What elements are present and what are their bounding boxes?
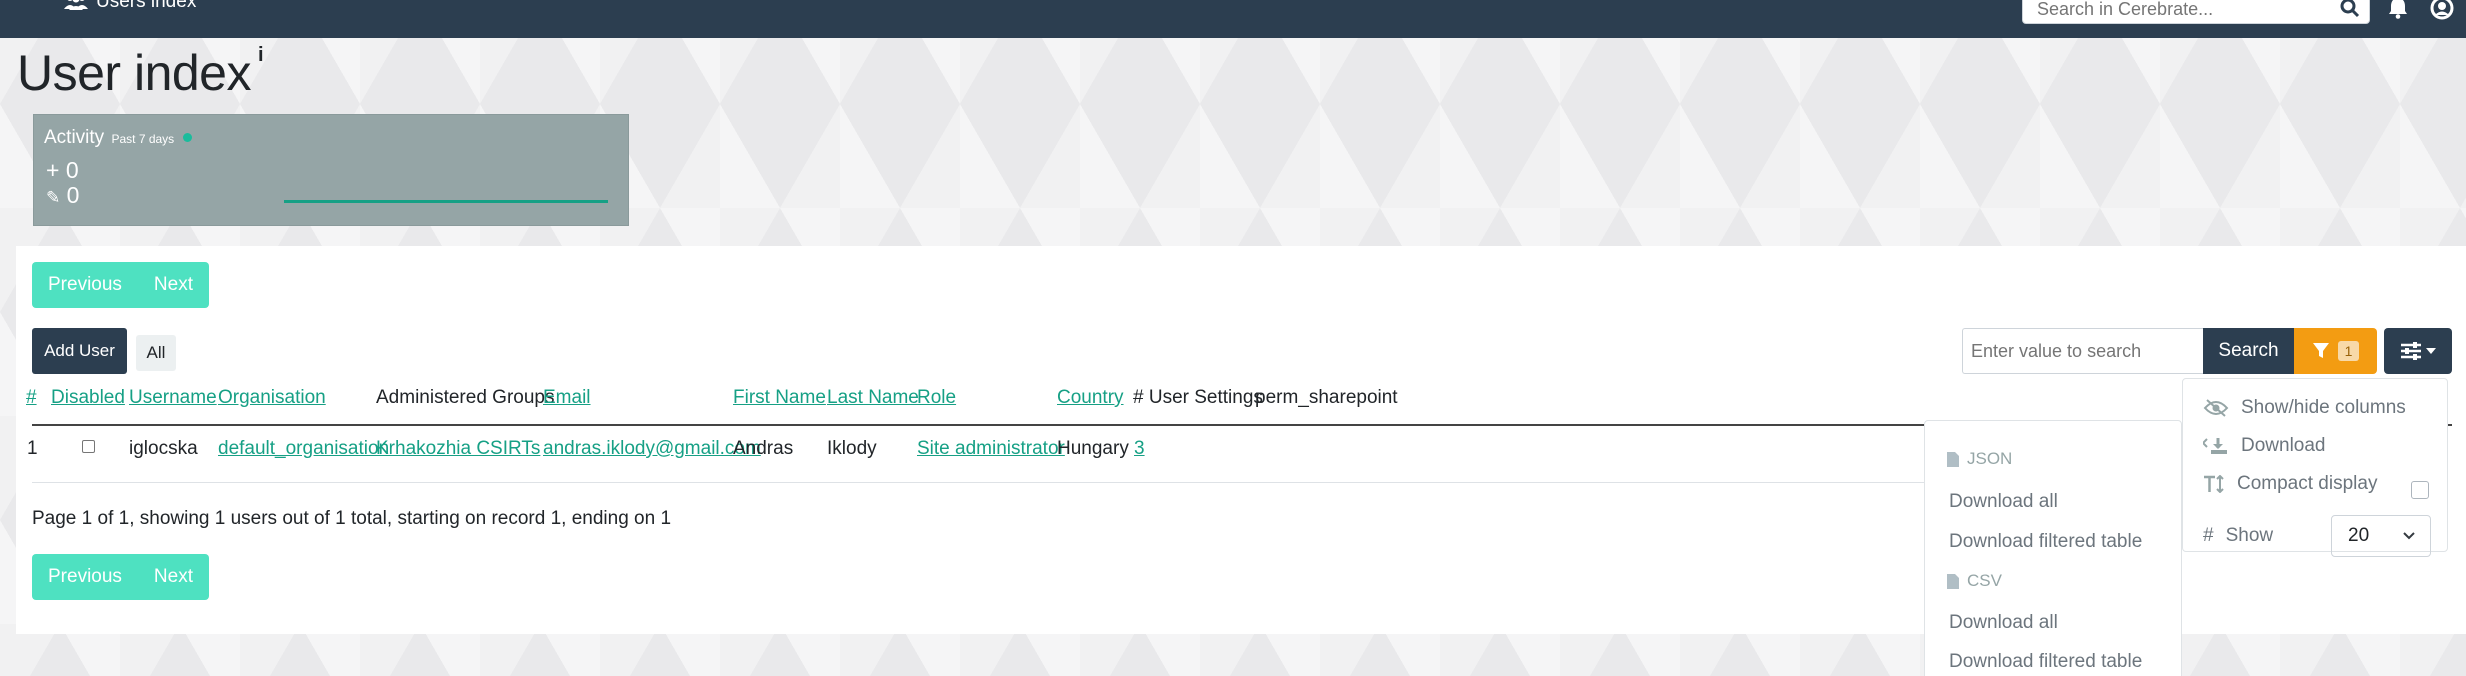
filter-all-button[interactable]: All	[136, 335, 176, 371]
col-header-last-name[interactable]: Last Name	[827, 387, 919, 409]
col-header-disabled[interactable]: Disabled	[51, 387, 125, 409]
json-download-all[interactable]: Download all	[1949, 491, 2058, 513]
sliders-icon	[2400, 342, 2422, 360]
user-circle-icon[interactable]	[2430, 0, 2454, 20]
rows-per-page-select[interactable]: 20	[2331, 515, 2431, 557]
col-header-administered-groups: Administered Groups	[376, 387, 555, 408]
table-row-divider	[32, 482, 1942, 483]
page-title: User index	[17, 45, 252, 101]
file-icon	[1947, 451, 1959, 467]
previous-button[interactable]: Previous	[32, 554, 138, 600]
file-icon	[1947, 573, 1959, 589]
json-download-filtered[interactable]: Download filtered table	[1949, 531, 2142, 553]
text-height-icon	[2203, 475, 2225, 493]
breadcrumb[interactable]: Users index	[64, 0, 196, 13]
pagination-bottom: Previous Next	[32, 554, 209, 600]
hash-icon: #	[2203, 525, 2214, 546]
global-search-input[interactable]	[2023, 0, 2323, 23]
global-search	[2022, 0, 2370, 24]
cell-email-link[interactable]: andras.iklody@gmail.com	[543, 438, 761, 460]
activity-edited-count: 0	[66, 182, 80, 208]
next-button[interactable]: Next	[138, 262, 209, 308]
add-user-button[interactable]: Add User	[32, 328, 127, 374]
cell-id: 1	[27, 438, 38, 459]
pagination-summary: Page 1 of 1, showing 1 users out of 1 to…	[32, 508, 672, 529]
filter-count-badge: 1	[2337, 341, 2360, 361]
show-count-row: # Show	[2203, 525, 2274, 546]
table-options-button[interactable]	[2384, 328, 2452, 374]
csv-section-header: CSV	[1947, 571, 2002, 591]
edit-icon: ✎	[46, 188, 61, 207]
col-header-user-settings: # User Settings	[1133, 387, 1263, 408]
col-header-country[interactable]: Country	[1057, 387, 1124, 409]
cell-first-name: Andras	[733, 438, 794, 459]
col-header-id[interactable]: #	[26, 387, 37, 409]
activity-period: Past 7 days	[111, 132, 175, 146]
cell-organisation-link[interactable]: default_organisation	[218, 438, 389, 460]
activity-added-count: 0	[65, 157, 79, 183]
cell-last-name: Iklody	[827, 438, 877, 459]
cell-country: Hungary	[1057, 438, 1129, 459]
filter-icon	[2312, 342, 2330, 360]
show-hide-columns-item[interactable]: Show/hide columns	[2203, 397, 2406, 419]
download-submenu: JSON Download all Download filtered tabl…	[1924, 420, 2182, 676]
cell-username: iglocska	[129, 438, 198, 459]
caret-down-icon	[2426, 347, 2436, 355]
col-header-perm-sharepoint: perm_sharepoint	[1255, 387, 1398, 408]
download-item[interactable]: Download	[2203, 435, 2326, 457]
csv-download-all[interactable]: Download all	[1949, 612, 2058, 634]
col-header-email[interactable]: Email	[543, 387, 591, 409]
compact-display-checkbox[interactable]	[2411, 481, 2429, 499]
previous-button[interactable]: Previous	[32, 262, 138, 308]
table-options-menu: Show/hide columns Download Compact displ…	[2182, 378, 2448, 557]
activity-sparkline	[284, 200, 608, 203]
cell-user-settings-link[interactable]: 3	[1134, 438, 1145, 460]
json-section-header: JSON	[1947, 449, 2012, 469]
top-navbar: Users index	[0, 0, 2466, 38]
pagination-top: Previous Next	[32, 262, 209, 308]
chevron-down-icon	[2402, 516, 2416, 556]
plus-icon: +	[46, 157, 60, 183]
compact-display-item[interactable]: Compact display	[2203, 473, 2377, 495]
col-header-organisation[interactable]: Organisation	[218, 387, 326, 409]
search-icon[interactable]	[2339, 0, 2361, 19]
download-icon	[2203, 437, 2229, 455]
bell-icon[interactable]	[2386, 0, 2410, 20]
activity-label: Activity	[44, 127, 105, 148]
table-search-input[interactable]	[1962, 328, 2203, 374]
csv-download-filtered[interactable]: Download filtered table	[1949, 651, 2142, 673]
info-icon[interactable]: i	[258, 44, 264, 67]
filter-button[interactable]: 1	[2294, 328, 2377, 374]
col-header-username[interactable]: Username	[129, 387, 217, 409]
cell-role-link[interactable]: Site administrator	[917, 438, 1065, 460]
activity-info-dot[interactable]	[183, 133, 193, 142]
users-icon	[64, 0, 88, 11]
col-header-role[interactable]: Role	[917, 387, 956, 409]
table-search-button[interactable]: Search	[2203, 328, 2294, 374]
cell-administered-groups-link[interactable]: Krhakozhia CSIRTs	[376, 438, 540, 460]
breadcrumb-label: Users index	[96, 0, 197, 12]
eye-slash-icon	[2203, 399, 2229, 417]
activity-widget: Activity Past 7 days + 0 ✎ 0	[33, 114, 629, 226]
next-button[interactable]: Next	[138, 554, 209, 600]
col-header-first-name[interactable]: First Name	[733, 387, 826, 409]
disabled-checkbox[interactable]	[82, 440, 95, 453]
